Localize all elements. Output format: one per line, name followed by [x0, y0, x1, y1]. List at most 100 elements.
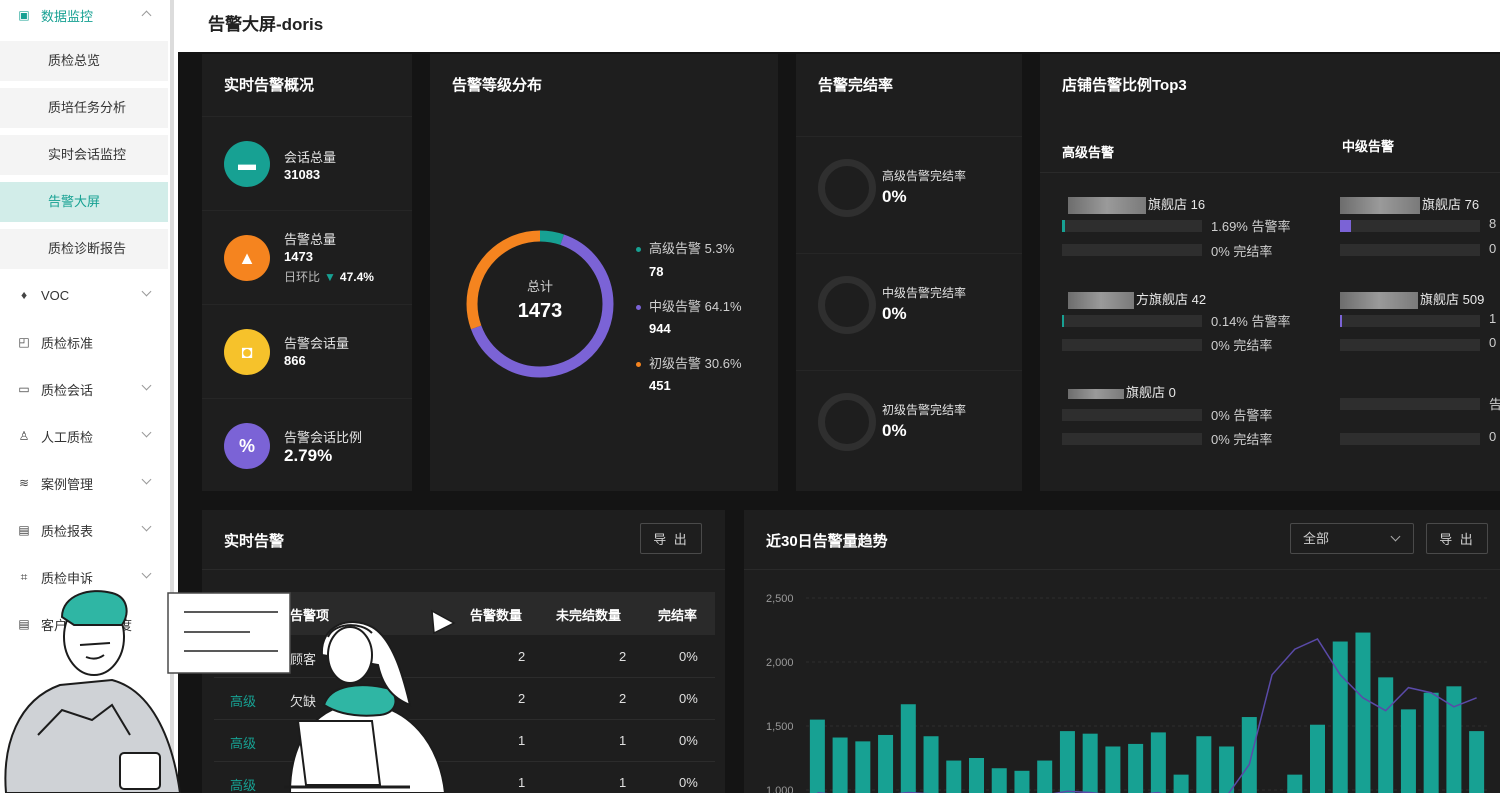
top3-store: 方旗舰店 42	[1068, 289, 1206, 310]
sub-item-qc-overview[interactable]: 质检总览	[0, 41, 168, 81]
chevron-down-icon	[141, 380, 152, 391]
trend-bar[interactable]	[1469, 731, 1485, 793]
export-button[interactable]: 导 出	[640, 523, 702, 554]
top3-store: 旗舰店 76	[1340, 194, 1479, 215]
legend-name: 中级告警	[649, 299, 702, 314]
completion-title: 告警完结率	[818, 77, 894, 94]
row-count: 1	[518, 733, 526, 748]
sub-item-diagnosis-report[interactable]: 质检诊断报告	[0, 229, 168, 269]
overview-alert-total: ▲ 告警总量 1473 日环比 ▼ 47.4%	[202, 210, 412, 304]
legend-mid: 中级告警 64.1%	[636, 296, 742, 315]
nav-group-qc-report[interactable]: ▤ 质检报表	[0, 512, 168, 548]
done-rate-text: 0% 完结率	[1211, 244, 1273, 259]
report-icon: ▤	[18, 523, 30, 537]
nav-group-data-monitor[interactable]: ▣ 数据监控	[0, 0, 168, 33]
alert-rate-fill	[1340, 315, 1342, 327]
trend-bar[interactable]	[1378, 677, 1394, 793]
trend-bar[interactable]	[1309, 724, 1326, 793]
trend-bar[interactable]	[878, 734, 894, 793]
trend-bar[interactable]	[1150, 732, 1166, 793]
message-icon: ◘	[224, 329, 270, 375]
trend-bar[interactable]	[1128, 743, 1144, 793]
trend-bar[interactable]	[1423, 692, 1439, 793]
chevron-up-icon	[141, 10, 152, 21]
trend-bar[interactable]	[1332, 641, 1348, 793]
trend-bar[interactable]	[1400, 709, 1416, 793]
done-rate-bar	[1340, 339, 1480, 351]
trend-bar[interactable]	[1196, 736, 1212, 793]
nav-group-case-mgmt[interactable]: ≋ 案例管理	[0, 465, 168, 501]
sub-item-training-analysis[interactable]: 质培任务分析	[0, 88, 168, 128]
sub-item-alert-screen[interactable]: 告警大屏	[0, 182, 168, 222]
arrow-down-icon: ▼	[324, 270, 336, 284]
trend-bar[interactable]	[900, 704, 916, 793]
trend-bar[interactable]	[991, 768, 1007, 793]
trend-bar[interactable]	[946, 760, 962, 793]
monitor-icon: ▣	[18, 8, 30, 22]
chevron-down-icon	[141, 286, 152, 297]
layers-icon: ≋	[18, 476, 30, 490]
legend-percent: 30.6%	[704, 356, 742, 371]
divider	[1040, 172, 1500, 173]
alert-rate-text: 1	[1489, 311, 1497, 326]
completion-value: 0%	[882, 304, 907, 323]
trend-bar[interactable]	[968, 758, 985, 793]
alert-rate-text: 0% 告警率	[1211, 408, 1273, 423]
completion-card: 告警完结率 高级告警完结率 0% 中级告警完结率 0% 初级告警完结率 0%	[796, 54, 1022, 491]
done-rate-text: 0% 完结率	[1211, 432, 1273, 447]
overview-title: 实时告警概况	[224, 77, 315, 94]
illustration	[4, 590, 456, 793]
trend-bar[interactable]	[1105, 746, 1121, 793]
nav-group-qc-standard[interactable]: ◰ 质检标准	[0, 324, 168, 360]
nav-group-label: VOC	[41, 287, 70, 303]
completion-ring	[818, 159, 876, 217]
trend-bar[interactable]	[809, 719, 825, 793]
trend-bar[interactable]	[923, 736, 939, 793]
nav-group-qc-session[interactable]: ▭ 质检会话	[0, 371, 168, 407]
chevron-down-icon	[141, 521, 152, 532]
trend-bar[interactable]	[1082, 733, 1098, 793]
overview-alert-ratio: % 告警会话比例 2.79%	[202, 398, 412, 491]
sub-item-session-monitor[interactable]: 实时会话监控	[0, 135, 168, 175]
alert-rate-text: 告	[1489, 397, 1500, 412]
trend-bar[interactable]	[832, 737, 848, 793]
nav-group-manual-qc[interactable]: ♙ 人工质检	[0, 418, 168, 454]
trend-bar[interactable]	[1287, 774, 1303, 793]
row-rate: 0%	[679, 691, 698, 706]
diamond-icon: ♦	[20, 288, 28, 302]
trend-bar[interactable]	[1446, 686, 1462, 793]
alert-rate-fill	[1062, 315, 1064, 327]
alert-rate-text: 0.14% 告警率	[1211, 314, 1291, 329]
done-rate-bar	[1340, 244, 1480, 256]
overview-value: 866	[284, 353, 306, 368]
legend-dot	[636, 362, 641, 368]
alert-rate-bar	[1062, 220, 1202, 232]
export-button[interactable]: 导 出	[1426, 523, 1488, 554]
trend-bar[interactable]	[855, 741, 871, 793]
trend-bar[interactable]	[1241, 717, 1257, 793]
trend-bar[interactable]	[1014, 770, 1030, 793]
column-header: 未完结数量	[556, 608, 622, 623]
completion-label: 初级告警完结率	[882, 403, 967, 417]
level-filter-select[interactable]: 全部	[1290, 523, 1414, 554]
legend-dot	[636, 305, 641, 311]
page-header: 告警大屏-doris	[178, 0, 1500, 52]
top3-column-title: 高级告警	[1062, 145, 1115, 160]
alert-rate-fill	[1062, 220, 1065, 232]
chat-bubble-icon: ▬	[224, 141, 270, 187]
top3-store: 旗舰店 0	[1068, 382, 1176, 401]
nav-group-voc[interactable]: ♦ VOC	[0, 277, 168, 313]
trend-bar[interactable]	[1355, 632, 1371, 793]
legend-high: 高级告警 5.3%	[636, 238, 734, 257]
trend-bar[interactable]	[1059, 731, 1075, 793]
distribution-card: 告警等级分布 总计 1473 高级告警 5.3% 78 中级告警 64.1% 9…	[430, 54, 778, 491]
trend-bar[interactable]	[1037, 760, 1053, 793]
woman-figure	[284, 609, 456, 793]
y-tick-label: 1,500	[766, 721, 794, 733]
trend-bar[interactable]	[1219, 746, 1235, 793]
completion-ring	[818, 276, 876, 334]
alert-rate-bar	[1340, 315, 1480, 327]
trend-bar[interactable]	[1173, 774, 1189, 793]
top3-card: 店铺告警比例Top3 高级告警 中级告警 旗舰店 16 1.69% 告警率 0%…	[1040, 54, 1500, 491]
overview-label: 会话总量	[284, 150, 337, 165]
